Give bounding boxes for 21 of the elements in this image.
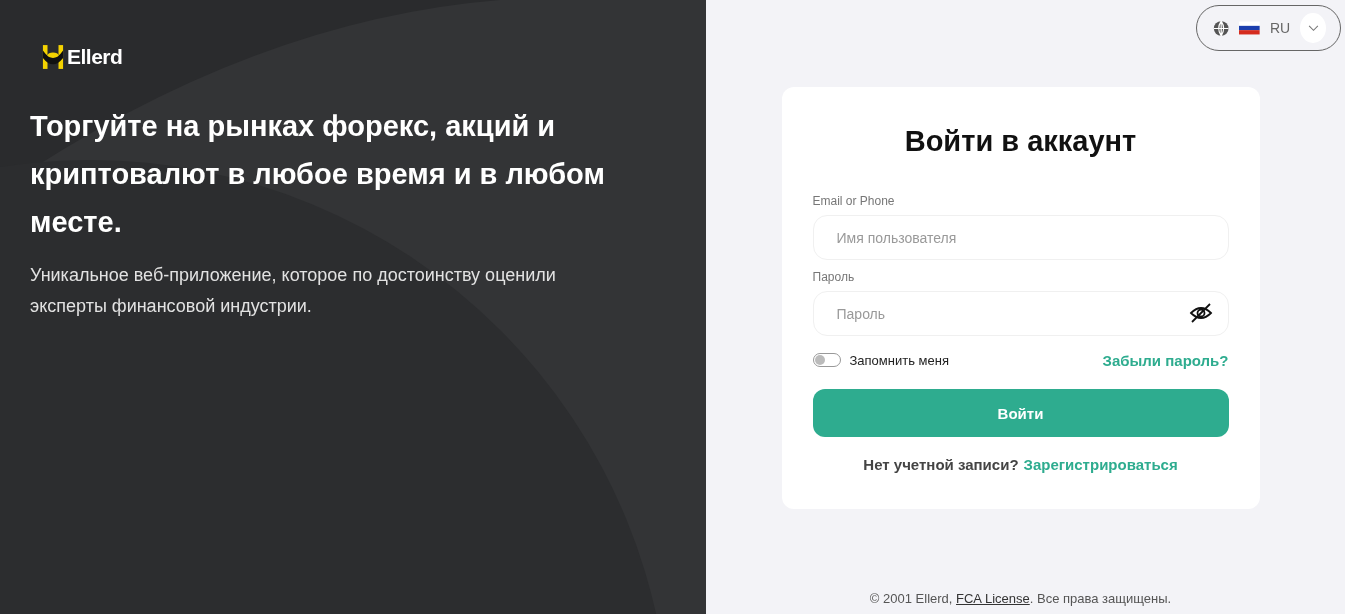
flag-icon — [1239, 21, 1260, 35]
password-field[interactable]: Пароль — [812, 291, 1229, 336]
field-label: Email or Phone — [812, 194, 896, 208]
headline: Торгуйте на рынках форекс, акций и криптовалют в любое время и в любом месте. — [30, 109, 606, 240]
toggle-switch[interactable] — [812, 353, 841, 367]
username-field[interactable]: Имя пользователя — [812, 215, 1229, 260]
chevron-down-icon — [1307, 24, 1319, 32]
copyright-text: © 2001 Ellerd, FCA License. Все права защищены. — [868, 591, 1173, 606]
register-link[interactable]: Зарегистрироваться — [1023, 456, 1178, 473]
license-link[interactable]: FCA License — [956, 591, 1030, 606]
form-title: Войти в аккаунт — [903, 125, 1138, 158]
field-label: Пароль — [812, 270, 856, 284]
forgot-password-link[interactable]: Забыли пароль? — [1102, 351, 1229, 369]
globe-icon — [1213, 18, 1230, 38]
brand-name: Ellerd — [67, 45, 123, 69]
login-button[interactable]: Войти — [812, 389, 1229, 437]
remember-label: Запомнить меня — [849, 352, 949, 368]
promo-text: Уникальное веб-приложение, которое по достоинству оценили эксперты финансовой индустрии. — [30, 264, 557, 318]
signup-prompt: Нет учетной записи? — [863, 456, 1019, 473]
logo-icon — [42, 43, 64, 71]
eye-off-icon[interactable] — [1188, 301, 1213, 325]
